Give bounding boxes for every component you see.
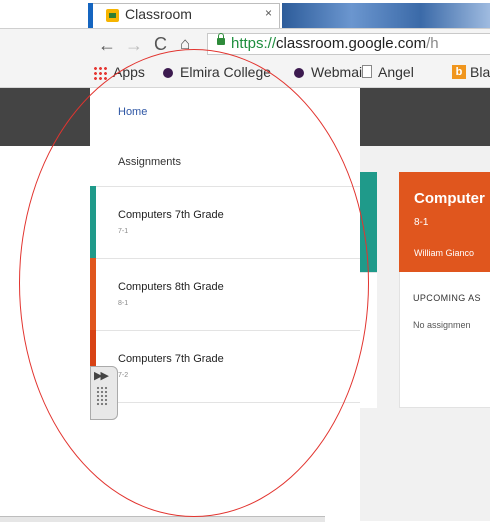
tab-edge [88,3,93,28]
next-tab[interactable] [282,3,490,28]
bookmark-angel[interactable]: Angel [378,64,414,80]
bookmark-bla[interactable]: Bla [470,64,490,80]
blackboard-icon: b [452,65,466,79]
class-card-title[interactable]: Computer [414,190,485,207]
bookmark-webmail[interactable]: Webmail [311,64,365,80]
url-host: classroom.google.com [276,35,427,52]
back-arrow-icon[interactable]: ← [98,35,116,56]
url-scheme: https:// [231,35,277,52]
url-text[interactable]: https://classroom.google.com/h [231,35,439,52]
no-assignments-text: No assignmen [413,320,471,330]
class-card-teacher: William Gianco [414,248,475,258]
webmail-favicon-icon [294,68,304,78]
annotation-circle [19,49,369,517]
class-card-section: 8-1 [414,217,429,228]
main-content-lower [360,408,490,521]
upcoming-heading: UPCOMING AS [413,293,481,303]
tab-title[interactable]: Classroom [125,6,192,22]
apps-grid-icon[interactable] [93,66,107,80]
lock-icon [217,33,225,45]
classroom-favicon-icon [106,9,119,22]
url-path: /h [426,35,439,52]
horizontal-scrollbar[interactable] [0,516,325,522]
tab-close-icon[interactable]: × [265,6,272,20]
forward-arrow-icon[interactable]: → [125,35,143,56]
page-icon [362,65,372,78]
